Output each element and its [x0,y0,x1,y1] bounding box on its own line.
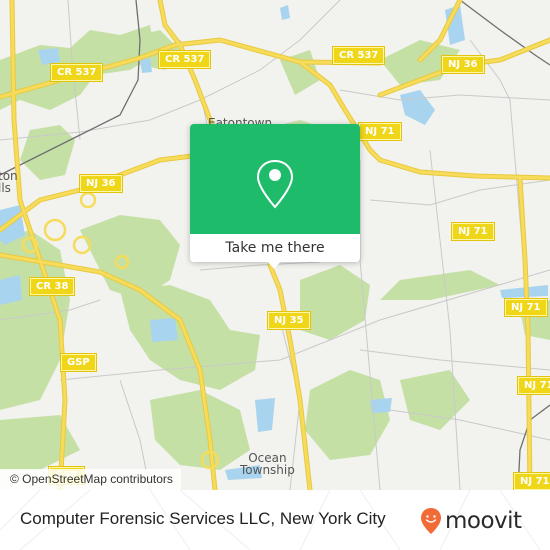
footer: Computer Forensic Services LLC, New York… [0,490,550,550]
location-popup: Take me there [190,124,360,269]
place-label-ocean-township: Ocean Township [240,451,295,477]
take-me-there-button[interactable]: Take me there [190,234,360,262]
road-shield-cr537: CR 537 [331,46,386,65]
road-shield-nj36: NJ 36 [441,55,485,74]
road-shield-nj71: NJ 71 [358,122,402,141]
road-shield-nj71: NJ 71 [513,472,550,490]
popup-pointer [267,261,281,269]
map[interactable]: CR 537 CR 537 CR 537 NJ 36 NJ 36 NJ 71 N… [0,0,550,490]
road-shield-nj35: NJ 35 [267,311,311,330]
place-title: Computer Forensic Services LLC, New York… [20,509,386,528]
road-shield-cr537: CR 537 [157,50,212,69]
road-shield-nj36: NJ 36 [79,174,123,193]
road-shield-cr38: CR 38 [28,277,76,296]
location-pin-icon [256,159,294,209]
popup-header [190,124,360,234]
moovit-logo[interactable]: moovit [420,507,522,535]
road-shield-nj71: NJ 71 [504,298,548,317]
road-shield-cr537: CR 537 [49,63,104,82]
road-shield-gsp: GSP [60,353,97,372]
moovit-pin-icon [421,508,441,534]
moovit-wordmark: moovit [445,508,522,534]
road-shield-nj71: NJ 71 [517,376,550,395]
road-shield-nj71: NJ 71 [451,222,495,241]
place-label-partial: ton lls [0,169,18,195]
map-attribution[interactable]: © OpenStreetMap contributors [0,469,181,490]
